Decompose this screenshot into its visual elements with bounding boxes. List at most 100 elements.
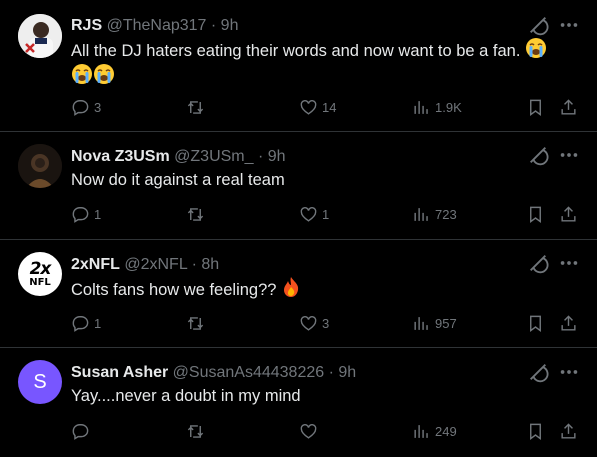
- author-handle[interactable]: @TheNap317: [107, 17, 207, 34]
- like-button[interactable]: 1: [299, 203, 329, 225]
- tweet-text-content: Now do it against a real team: [71, 171, 285, 189]
- view-count: 1.9K: [435, 99, 462, 115]
- author-name[interactable]: RJS: [71, 17, 102, 34]
- bookmark-icon: [530, 206, 541, 223]
- retweet-icon: [187, 207, 204, 221]
- timestamp[interactable]: 8h: [201, 256, 219, 273]
- reply-button[interactable]: 1: [71, 203, 101, 225]
- more-icon[interactable]: [558, 252, 580, 274]
- timestamp[interactable]: 9h: [338, 364, 356, 381]
- more-icon[interactable]: [558, 361, 580, 383]
- share-button[interactable]: [559, 96, 578, 118]
- retweet-button[interactable]: [186, 96, 209, 118]
- views-icon: [414, 424, 428, 438]
- like-count: 3: [322, 315, 330, 331]
- fire-icon: [281, 276, 301, 298]
- like-count: 14: [322, 99, 337, 115]
- author-name[interactable]: 2xNFL: [71, 256, 120, 273]
- views-button[interactable]: 249: [412, 420, 457, 442]
- share-icon: [561, 98, 576, 115]
- view-count: 957: [435, 315, 457, 331]
- reply-button[interactable]: 3: [71, 96, 101, 118]
- view-count: 723: [435, 206, 457, 222]
- separator-dot: ·: [257, 148, 264, 165]
- reply-count: 1: [94, 206, 102, 222]
- share-icon: [561, 422, 576, 439]
- retweet-icon: [187, 100, 204, 114]
- grok-icon[interactable]: [527, 252, 549, 274]
- avatar[interactable]: [18, 14, 62, 58]
- more-icon[interactable]: [558, 144, 580, 166]
- like-count: 1: [322, 206, 330, 222]
- separator-dot: ·: [210, 17, 217, 34]
- timestamp[interactable]: 9h: [268, 148, 286, 165]
- bookmark-button[interactable]: [526, 96, 545, 118]
- like-icon: [300, 315, 317, 331]
- author-name[interactable]: Susan Asher: [71, 364, 168, 381]
- tweet-text: Now do it against a real team: [71, 168, 577, 192]
- reply-button[interactable]: 1: [71, 312, 101, 334]
- reply-icon: [72, 99, 89, 116]
- bookmark-icon: [530, 315, 541, 332]
- tweet-actions: 3 14 1.9K: [71, 96, 591, 118]
- loudly-crying-face-icon: [71, 63, 93, 85]
- views-button[interactable]: 1.9K: [412, 96, 462, 118]
- author-handle[interactable]: @2xNFL: [124, 256, 187, 273]
- tweet[interactable]: S Susan Asher @SusanAs44438226 · 9h Yay.…: [0, 348, 597, 457]
- author-handle[interactable]: @SusanAs44438226: [173, 364, 324, 381]
- avatar-photo: [18, 14, 62, 58]
- share-button[interactable]: [559, 312, 578, 334]
- share-button[interactable]: [559, 420, 578, 442]
- bookmark-icon: [530, 423, 541, 440]
- avatar[interactable]: S: [18, 360, 62, 404]
- retweet-button[interactable]: [186, 312, 209, 334]
- like-icon: [300, 423, 317, 439]
- tweet-actions: 1 1 723: [71, 203, 591, 225]
- avatar[interactable]: 2x NFL: [18, 252, 62, 296]
- bookmark-button[interactable]: [526, 420, 545, 442]
- avatar-initial: S: [33, 370, 47, 393]
- reply-icon: [72, 206, 89, 223]
- more-icon[interactable]: [558, 14, 580, 36]
- grok-icon[interactable]: [527, 144, 549, 166]
- timestamp[interactable]: 9h: [221, 17, 239, 34]
- tweet-text: Colts fans how we feeling??: [71, 276, 577, 302]
- retweet-button[interactable]: [186, 420, 209, 442]
- tweet-text: All the DJ haters eating their words and…: [71, 37, 577, 89]
- grok-icon[interactable]: [527, 361, 549, 383]
- share-icon: [561, 314, 576, 331]
- bookmark-button[interactable]: [526, 312, 545, 334]
- avatar-logo-line1: 2x: [29, 258, 52, 279]
- avatar[interactable]: [18, 144, 62, 188]
- reply-button[interactable]: [71, 420, 94, 442]
- loudly-crying-face-icon: [525, 37, 547, 59]
- author-handle[interactable]: @Z3USm_: [174, 148, 253, 165]
- tweet-feed: RJS @TheNap317 · 9h All the DJ haters ea…: [0, 0, 597, 457]
- retweet-button[interactable]: [186, 203, 209, 225]
- reply-icon: [72, 423, 89, 440]
- like-button[interactable]: 14: [299, 96, 336, 118]
- tweet[interactable]: 2x NFL 2xNFL @2xNFL · 8h Colts fans how …: [0, 240, 597, 348]
- like-button[interactable]: 3: [299, 312, 329, 334]
- like-icon: [300, 99, 317, 115]
- tweet-text-content: Colts fans how we feeling??: [71, 281, 277, 299]
- tweet-actions: 249: [71, 420, 591, 442]
- bookmark-icon: [530, 99, 541, 116]
- view-count: 249: [435, 423, 457, 439]
- like-button[interactable]: [299, 420, 322, 442]
- views-button[interactable]: 957: [412, 312, 457, 334]
- author-name[interactable]: Nova Z3USm: [71, 148, 170, 165]
- tweet-text: Yay....never a doubt in my mind: [71, 384, 577, 408]
- retweet-icon: [187, 316, 204, 330]
- tweet[interactable]: RJS @TheNap317 · 9h All the DJ haters ea…: [0, 0, 597, 132]
- share-icon: [561, 205, 576, 222]
- tweet[interactable]: Nova Z3USm @Z3USm_ · 9h Now do it agains…: [0, 132, 597, 240]
- views-button[interactable]: 723: [412, 203, 457, 225]
- share-button[interactable]: [559, 203, 578, 225]
- reply-icon: [72, 315, 89, 332]
- bookmark-button[interactable]: [526, 203, 545, 225]
- avatar-logo-line2: NFL: [29, 276, 51, 288]
- reply-count: 1: [94, 315, 102, 331]
- views-icon: [414, 207, 428, 221]
- grok-icon[interactable]: [527, 14, 549, 36]
